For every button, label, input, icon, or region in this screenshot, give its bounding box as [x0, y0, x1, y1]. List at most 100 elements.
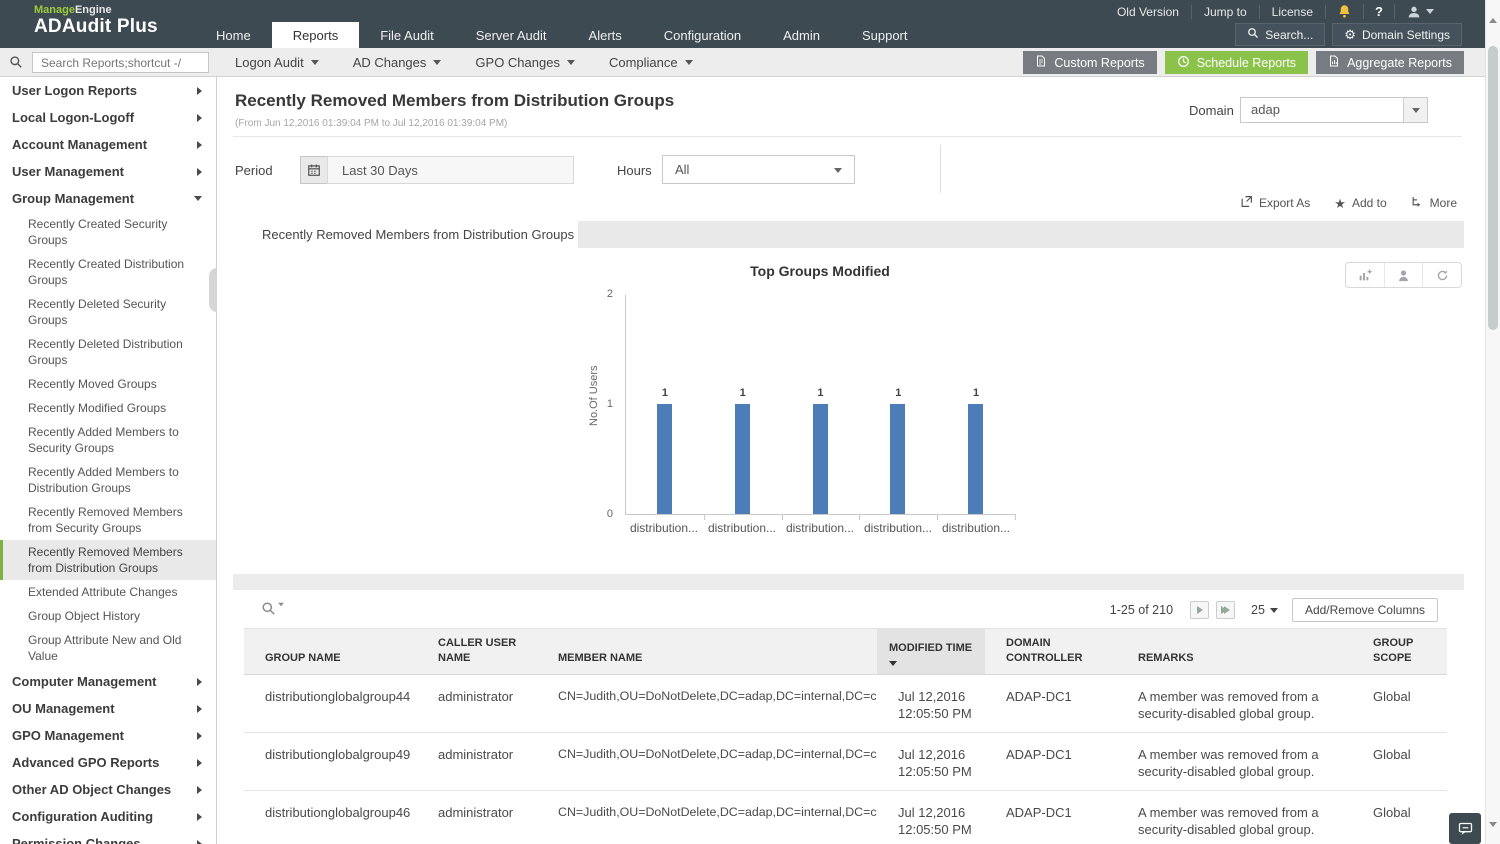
nav-tab-reports[interactable]: Reports — [272, 22, 360, 48]
sidebar-item-group-object-history[interactable]: Group Object History — [0, 604, 216, 628]
calendar-icon[interactable] — [300, 156, 328, 184]
bar-group-2: 1 — [704, 295, 782, 514]
chat-button[interactable] — [1449, 813, 1481, 844]
sidebar-section-permission-changes[interactable]: Permission Changes — [0, 830, 216, 844]
domain-settings-button[interactable]: ⚙ Domain Settings — [1332, 23, 1462, 46]
global-search-button[interactable]: Search... — [1235, 23, 1325, 46]
table-row[interactable]: distributionglobalgroup46administratorCN… — [244, 791, 1447, 844]
chevron-down-icon[interactable] — [1403, 98, 1427, 122]
sidebar-item-recently-modified-groups[interactable]: Recently Modified Groups — [0, 396, 216, 420]
nav-tab-file-audit[interactable]: File Audit — [359, 22, 454, 48]
add-chart-icon[interactable] — [1346, 263, 1384, 287]
menu-compliance[interactable]: Compliance — [592, 48, 710, 76]
sidebar-item-recently-deleted-distribution-groups[interactable]: Recently Deleted Distribution Groups — [0, 332, 216, 372]
column-header-group-scope[interactable]: GROUP SCOPE — [1352, 629, 1447, 675]
user-avatar-icon — [1406, 4, 1422, 20]
sidebar-section-group-management[interactable]: Group Management — [0, 185, 216, 212]
page-scrollbar[interactable] — [1485, 0, 1500, 844]
page-size-select[interactable]: 25 — [1251, 603, 1278, 617]
table-search-icon[interactable] — [261, 601, 285, 616]
domain-select[interactable]: adap — [1240, 97, 1428, 123]
utility-link-jump-to[interactable]: Jump to — [1192, 5, 1260, 19]
sidebar-collapse-handle[interactable] — [209, 268, 217, 312]
bar[interactable] — [735, 404, 750, 514]
sidebar-item-recently-created-distribution-groups[interactable]: Recently Created Distribution Groups — [0, 252, 216, 292]
utility-link-old-version[interactable]: Old Version — [1105, 5, 1192, 19]
table-row[interactable]: distributionglobalgroup44administratorCN… — [244, 675, 1447, 733]
sidebar-section-local-logon-logoff[interactable]: Local Logon-Logoff — [0, 104, 216, 131]
more-button[interactable]: More — [1411, 195, 1457, 211]
sidebar-section-computer-management[interactable]: Computer Management — [0, 668, 216, 695]
sidebar-item-recently-added-members-to-security-groups[interactable]: Recently Added Members to Security Group… — [0, 420, 216, 460]
sidebar-item-group-attribute-new-and-old-value[interactable]: Group Attribute New and Old Value — [0, 628, 216, 668]
sidebar-item-recently-created-security-groups[interactable]: Recently Created Security Groups — [0, 212, 216, 252]
menu-logon-audit[interactable]: Logon Audit — [218, 48, 336, 76]
export-as-button[interactable]: Export As — [1240, 195, 1310, 211]
chevron-right-icon — [197, 786, 202, 794]
last-page-button[interactable] — [1216, 601, 1235, 619]
column-header-member-name[interactable]: MEMBER NAME — [537, 629, 877, 675]
nav-tab-configuration[interactable]: Configuration — [643, 22, 762, 48]
sidebar-section-account-management[interactable]: Account Management — [0, 131, 216, 158]
sidebar-section-user-logon-reports[interactable]: User Logon Reports — [0, 77, 216, 104]
bar[interactable] — [890, 404, 905, 514]
period-label: Period — [235, 163, 273, 178]
column-header-domain-controller[interactable]: DOMAIN CONTROLLER — [985, 629, 1117, 675]
column-header-remarks[interactable]: REMARKS — [1117, 629, 1352, 675]
schedule-reports-button[interactable]: Schedule Reports — [1165, 51, 1308, 74]
sidebar-item-recently-deleted-security-groups[interactable]: Recently Deleted Security Groups — [0, 292, 216, 332]
export-icon — [1240, 195, 1253, 211]
next-page-button[interactable] — [1190, 601, 1209, 619]
bar[interactable] — [813, 404, 828, 514]
column-header-group-name[interactable]: GROUP NAME — [244, 629, 417, 675]
period-input[interactable] — [327, 156, 574, 184]
add-to-button[interactable]: ★ Add to — [1334, 196, 1386, 210]
user-based-report-icon[interactable] — [1384, 263, 1423, 287]
nav-tab-server-audit[interactable]: Server Audit — [455, 22, 568, 48]
column-header-modified-time[interactable]: MODIFIED TIME — [877, 629, 985, 675]
report-search-input[interactable] — [32, 52, 209, 73]
tab-recently-removed-members[interactable]: Recently Removed Members from Distributi… — [244, 221, 578, 248]
sidebar-item-recently-removed-members-from-security-groups[interactable]: Recently Removed Members from Security G… — [0, 500, 216, 540]
bar[interactable] — [968, 404, 983, 514]
sidebar-section-advanced-gpo-reports[interactable]: Advanced GPO Reports — [0, 749, 216, 776]
utility-bar: Old VersionJump toLicense ? — [1105, 0, 1445, 23]
scroll-up-icon[interactable] — [1489, 18, 1497, 23]
table-row[interactable]: distributionglobalgroup49administratorCN… — [244, 733, 1447, 791]
nav-tab-home[interactable]: Home — [195, 22, 272, 48]
sidebar-section-ou-management[interactable]: OU Management — [0, 695, 216, 722]
sidebar-item-recently-moved-groups[interactable]: Recently Moved Groups — [0, 372, 216, 396]
sidebar-item-recently-removed-members-from-distribution-groups[interactable]: Recently Removed Members from Distributi… — [0, 540, 216, 580]
manageengine-logo[interactable]: ManageEngine ADAudit Plus — [34, 4, 158, 38]
bar[interactable] — [657, 404, 672, 514]
sidebar-section-user-management[interactable]: User Management — [0, 158, 216, 185]
scrollbar-thumb[interactable] — [1488, 46, 1498, 330]
nav-tab-alerts[interactable]: Alerts — [568, 22, 643, 48]
refresh-chart-icon[interactable] — [1422, 263, 1461, 287]
aggregate-reports-button[interactable]: Aggregate Reports — [1316, 51, 1464, 74]
column-header-caller-user-name[interactable]: CALLER USER NAME — [417, 629, 537, 675]
page-title: Recently Removed Members from Distributi… — [235, 91, 674, 111]
scroll-down-icon[interactable] — [1489, 822, 1497, 827]
sidebar-section-gpo-management[interactable]: GPO Management — [0, 722, 216, 749]
notification-bell-icon[interactable] — [1326, 4, 1364, 19]
nav-tab-support[interactable]: Support — [841, 22, 929, 48]
sidebar-item-extended-attribute-changes[interactable]: Extended Attribute Changes — [0, 580, 216, 604]
sidebar-section-configuration-auditing[interactable]: Configuration Auditing — [0, 803, 216, 830]
user-menu[interactable] — [1395, 4, 1445, 20]
sidebar-section-other-ad-object-changes[interactable]: Other AD Object Changes — [0, 776, 216, 803]
add-remove-columns-button[interactable]: Add/Remove Columns — [1292, 598, 1438, 622]
menu-gpo-changes[interactable]: GPO Changes — [458, 48, 592, 76]
cell-group-name: distributionglobalgroup44 — [244, 675, 417, 733]
sidebar-item-recently-added-members-to-distribution-groups[interactable]: Recently Added Members to Distribution G… — [0, 460, 216, 500]
utility-link-license[interactable]: License — [1260, 5, 1326, 19]
search-icon[interactable] — [9, 55, 23, 74]
menu-ad-changes[interactable]: AD Changes — [336, 48, 459, 76]
tab-strip: Recently Removed Members from Distributi… — [244, 221, 1464, 248]
x-axis-tick — [937, 514, 938, 520]
custom-reports-button[interactable]: Custom Reports — [1023, 51, 1156, 74]
chevron-down-icon — [311, 60, 319, 65]
hours-select[interactable]: All — [662, 155, 855, 184]
nav-tab-admin[interactable]: Admin — [762, 22, 841, 48]
help-icon[interactable]: ? — [1364, 4, 1395, 19]
